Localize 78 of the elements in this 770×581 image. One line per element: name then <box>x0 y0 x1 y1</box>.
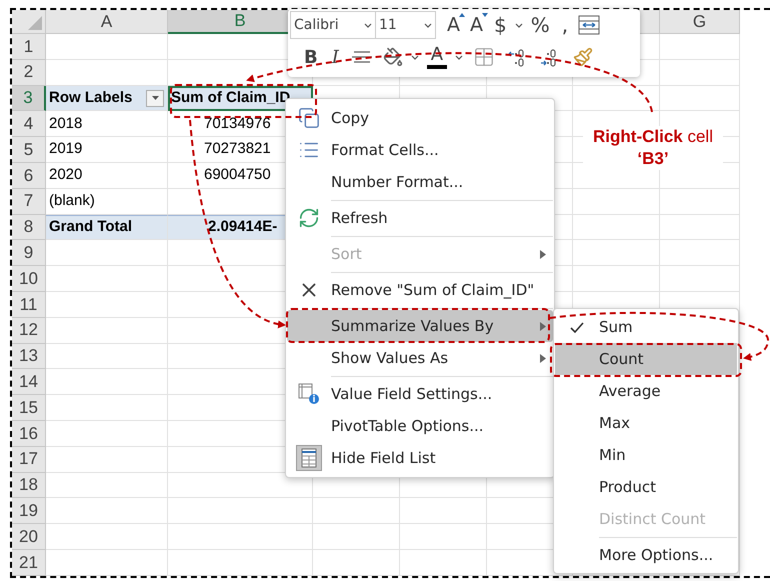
paint-bucket-icon <box>382 47 403 67</box>
column-header[interactable]: G <box>660 10 740 34</box>
menu-item[interactable]: Summarize Values By <box>287 310 553 342</box>
row-header[interactable]: 13 <box>12 344 46 370</box>
menu-item[interactable]: Remove "Sum of Claim_ID" <box>287 274 553 310</box>
row-header[interactable]: 9 <box>12 240 46 266</box>
row-header[interactable]: 14 <box>12 369 46 396</box>
menu-item[interactable]: Show Values As <box>287 342 553 378</box>
caret-icon <box>364 22 372 28</box>
row-header[interactable]: 5 <box>12 137 46 163</box>
filter-dropdown[interactable] <box>146 90 164 107</box>
arrow-icon <box>540 322 546 330</box>
increase-font-button[interactable]: A <box>442 10 465 40</box>
menu-item[interactable]: More Options... <box>555 539 737 571</box>
row-header[interactable]: 1 <box>12 34 46 60</box>
row-header[interactable]: 8 <box>12 214 46 240</box>
format-button[interactable]: $ <box>488 10 513 40</box>
checkmark-icon <box>570 322 584 332</box>
column-header[interactable]: A <box>46 10 168 34</box>
font-name-field[interactable]: Calibri <box>290 11 376 39</box>
field-list-icon <box>296 445 322 471</box>
menu-item[interactable]: Value Field Settings... <box>287 378 553 410</box>
menu-item[interactable]: Average <box>555 375 737 407</box>
row-header[interactable]: 11 <box>12 292 46 318</box>
refresh-icon <box>298 207 320 229</box>
lines-icon <box>350 50 373 64</box>
row-header[interactable]: 6 <box>12 162 46 189</box>
arrow-down-icon <box>482 12 488 17</box>
menu-item[interactable]: Max <box>555 407 737 439</box>
format-button[interactable]: , <box>556 10 574 40</box>
arrow-icon <box>540 354 546 362</box>
italic-button[interactable]: I <box>326 44 345 70</box>
menu-item[interactable]: Product <box>555 471 737 503</box>
row-header[interactable]: 18 <box>12 472 46 498</box>
row-header[interactable]: 12 <box>12 318 46 344</box>
row-header[interactable]: 3 <box>12 86 46 112</box>
arrow-up-icon <box>459 12 465 17</box>
menu-item[interactable]: Min <box>555 439 737 471</box>
font-size-field[interactable]: 11 <box>376 11 436 39</box>
format-button[interactable]: % <box>524 10 556 40</box>
settings-info-icon <box>298 383 320 405</box>
row-header[interactable]: 19 <box>12 498 46 524</box>
row-header[interactable]: 10 <box>12 266 46 292</box>
dropdown-button[interactable] <box>452 54 465 60</box>
caret-icon <box>410 54 419 60</box>
menu-item[interactable]: PivotTable Options... <box>287 410 553 442</box>
row-header[interactable]: 20 <box>12 524 46 550</box>
paintbrush-icon <box>572 47 593 67</box>
table-cell: 2019 <box>46 137 168 163</box>
merge-icon <box>578 15 600 35</box>
row-header[interactable]: 21 <box>12 550 46 576</box>
dropdown-button[interactable] <box>408 54 421 60</box>
menu-item[interactable]: Hide Field List <box>287 442 553 474</box>
table-cell: Grand Total <box>46 214 168 240</box>
corner-triangle-icon <box>28 16 42 30</box>
menu-item[interactable]: Sum <box>555 311 737 343</box>
table-cell: 2018 <box>46 111 168 138</box>
row-header[interactable]: 16 <box>12 420 46 447</box>
row-header[interactable]: 2 <box>12 60 46 86</box>
annotation-text: Right-Click cell ‘B3’ <box>583 126 723 170</box>
table-cell: Row Labels <box>46 86 168 112</box>
row-header[interactable]: 15 <box>12 395 46 421</box>
caret-icon <box>152 96 158 100</box>
bold-button[interactable]: B <box>298 44 324 70</box>
row-header[interactable]: 17 <box>12 446 46 473</box>
borders-icon <box>472 46 495 68</box>
caret-icon <box>454 54 463 60</box>
caret-icon <box>424 22 432 28</box>
row-header[interactable]: 7 <box>12 188 46 215</box>
dropdown-button[interactable] <box>512 22 525 28</box>
arrow-icon <box>540 250 546 258</box>
font-color-button[interactable]: A <box>422 46 451 68</box>
decrease-font-button[interactable]: A <box>465 10 488 40</box>
copy-icon <box>298 107 320 129</box>
row-header[interactable]: 4 <box>12 111 46 138</box>
table-cell: 2020 <box>46 162 168 189</box>
caret-icon <box>514 22 523 28</box>
menu-item[interactable]: Count <box>555 343 737 375</box>
